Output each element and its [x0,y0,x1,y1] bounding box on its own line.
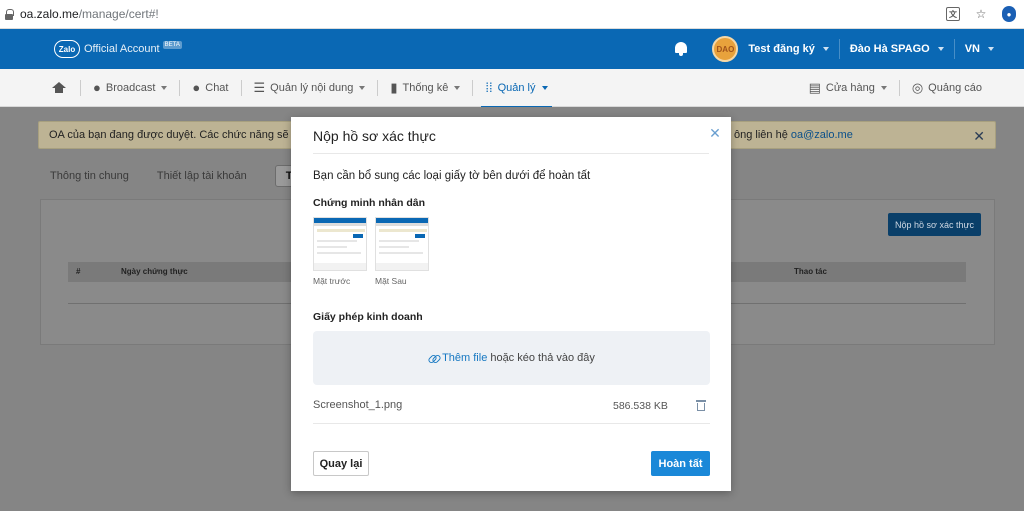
chevron-down-icon [822,47,829,51]
col-index: # [76,267,81,276]
nav-store-label: Cửa hàng [825,82,875,94]
chat-icon: ● [192,80,201,95]
browser-address-bar: oa.zalo.me/manage/cert#! 文 ☆ ● [0,0,1024,29]
language-label: VN [964,43,980,55]
user-menu[interactable]: Đào Hà SPAGO [840,29,954,69]
file-size: 586.538 KB [613,400,668,412]
lock-icon [4,8,14,20]
banner-text: OA của bạn đang được duyệt. Các chức năn… [49,129,315,141]
chevron-down-icon [937,47,944,51]
account-switcher[interactable]: Test đăng ký [738,29,838,69]
back-button[interactable]: Quay lại [313,451,369,476]
modal-title: Nộp hồ sơ xác thực [313,128,436,144]
url-host: oa.zalo.me [20,7,79,21]
done-button[interactable]: Hoàn tất [651,451,710,476]
tab-general-info[interactable]: Thông tin chung [50,166,129,186]
url-field[interactable]: oa.zalo.me/manage/cert#! [20,7,159,21]
business-license-section-label: Giấy phép kinh doanh [313,311,423,323]
nav-content-label: Quản lý nội dung [270,81,354,94]
nav-manage-label: Quản lý [497,81,536,94]
main-nav: ● Broadcast ● Chat ☰ Quản lý nội dung ▮ … [0,69,1024,108]
banner-contact-text: ông liên hệ [734,129,788,141]
modal-intro: Bạn cần bổ sung các loại giấy tờ bên dướ… [313,170,591,182]
col-action: Thao tác [794,267,827,276]
nav-ads[interactable]: ◎ Quảng cáo [900,69,994,107]
grid-icon: ⁞⁞ [485,80,493,95]
account-name: Test đăng ký [748,43,815,55]
chevron-down-icon [988,47,994,51]
chevron-down-icon [359,85,366,90]
star-icon[interactable]: ☆ [974,7,988,21]
zalo-logo[interactable]: Zalo Official Account BETA [54,40,182,58]
contact-email-link[interactable]: oa@zalo.me [791,129,853,141]
id-front-thumbnail[interactable] [313,217,367,271]
nav-chat-label: Chat [205,81,229,94]
user-name: Đào Hà SPAGO [849,43,930,55]
nav-ads-label: Quảng cáo [928,82,982,94]
language-selector[interactable]: VN [955,29,1024,69]
submit-verification-button[interactable]: Nộp hồ sơ xác thực [888,213,981,236]
chevron-down-icon [161,85,168,90]
nav-manage[interactable]: ⁞⁞ Quản lý [473,69,559,108]
nav-broadcast-label: Broadcast [105,81,156,94]
logo-text: Official Account [84,43,160,55]
modal-divider [313,153,709,154]
translate-icon[interactable]: 文 [946,7,960,21]
chat-bubble-icon: ● [93,80,101,95]
trash-icon[interactable] [696,400,706,411]
file-name: Screenshot_1.png [313,399,403,411]
bar-chart-icon: ▮ [390,79,398,95]
verification-modal: Nộp hồ sơ xác thực ✕ Bạn cần bổ sung các… [291,117,731,491]
nav-broadcast[interactable]: ● Broadcast [81,69,179,107]
id-back-thumbnail[interactable] [375,217,429,271]
chevron-down-icon [541,85,548,90]
file-dropzone[interactable]: Thêm file hoặc kéo thả vào đây [313,331,710,385]
nav-stats-label: Thống kê [402,81,449,94]
store-icon: ▤ [808,80,821,95]
url-path: /manage/cert#! [78,7,159,21]
id-card-section-label: Chứng minh nhân dân [313,197,426,209]
notification-bell-icon[interactable] [674,42,688,56]
id-back-caption: Mặt Sau [375,276,407,286]
account-avatar[interactable]: DAO [712,36,739,62]
link-icon [428,353,439,364]
home-icon[interactable] [52,81,66,94]
col-date: Ngày chứng thực [121,267,188,276]
add-file-link[interactable]: Thêm file [442,352,487,364]
nav-store[interactable]: ▤ Cửa hàng [797,69,899,107]
extension-icon[interactable]: ● [1002,6,1016,22]
nav-chat[interactable]: ● Chat [180,69,240,107]
beta-badge: BETA [162,41,182,49]
tab-account-settings[interactable]: Thiết lập tài khoản [157,166,247,186]
nav-content[interactable]: ☰ Quản lý nội dung [242,69,378,107]
dropzone-hint: hoặc kéo thả vào đây [490,352,595,364]
id-front-caption: Mặt trước [313,276,351,286]
app-header: Zalo Official Account BETA DAO Test đăng… [0,29,1024,69]
chevron-down-icon [880,86,887,90]
close-icon[interactable]: ✕ [973,128,985,145]
nav-stats[interactable]: ▮ Thống kê [378,69,472,107]
list-icon: ☰ [253,79,266,95]
target-icon: ◎ [911,80,924,95]
uploaded-file-row: Screenshot_1.png 586.538 KB [313,393,710,424]
close-icon[interactable]: ✕ [709,126,721,140]
zalo-logo-mark: Zalo [54,40,80,58]
chevron-down-icon [454,85,461,90]
